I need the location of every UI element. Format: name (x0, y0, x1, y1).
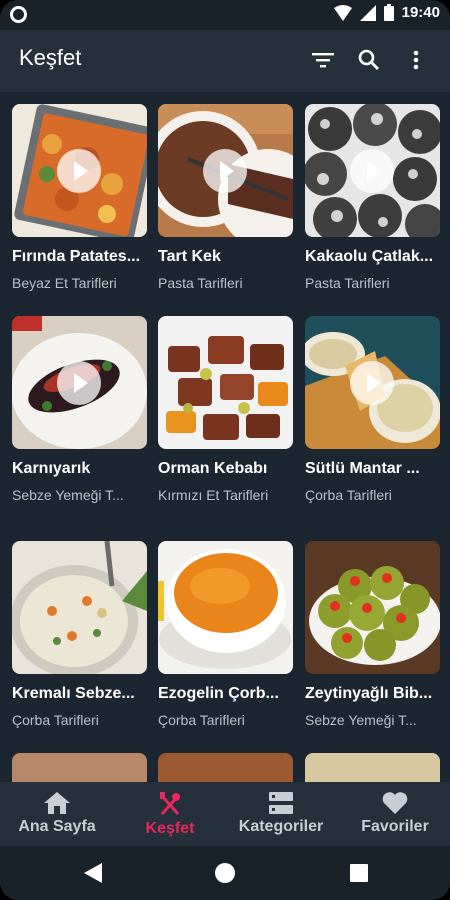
recents-icon[interactable] (350, 864, 368, 882)
system-navigation-bar (0, 846, 450, 900)
recipe-image (158, 541, 293, 674)
recipe-grid[interactable]: Fırında Patates... Beyaz Et Tarifleri Ta… (0, 92, 450, 782)
recipe-image (12, 316, 147, 449)
recipe-image (12, 753, 147, 782)
recipe-image (305, 753, 440, 782)
cutlery-icon (160, 792, 180, 815)
search-icon (358, 49, 379, 70)
status-bar: 19:40 (0, 0, 450, 30)
recipe-image (305, 104, 440, 237)
recipe-card[interactable]: Orman Kebabı Kırmızı Et Tarifleri (158, 316, 293, 503)
recipe-category: Pasta Tarifleri (158, 275, 243, 291)
recipe-name: Tart Kek (158, 248, 221, 265)
bottom-navigation: Ana Sayfa Keşfet Kategoriler Favoriler (0, 782, 450, 846)
recipe-category: Çorba Tarifleri (158, 712, 245, 728)
search-button[interactable] (355, 46, 383, 74)
recipe-image (12, 104, 147, 237)
nav-label: Keşfet (145, 820, 195, 837)
nav-item-ana-sayfa[interactable]: Ana Sayfa (12, 782, 102, 846)
recipe-card[interactable]: Tart Kek Pasta Tarifleri (158, 104, 293, 291)
recipe-category: Kırmızı Et Tarifleri (158, 487, 269, 503)
recipe-name: Karnıyarık (12, 460, 91, 477)
recipe-category: Beyaz Et Tarifleri (12, 275, 117, 291)
app-screen: 19:40 Keşfet Fırında Patates... Beyaz Et… (0, 0, 450, 900)
categories-icon (269, 792, 293, 814)
notification-icon (10, 6, 27, 23)
recipe-image (305, 316, 440, 449)
home-icon (44, 792, 70, 814)
play-icon (57, 361, 101, 405)
recipe-card[interactable]: Fırında Patates... Beyaz Et Tarifleri (12, 104, 147, 291)
clock: 19:40 (401, 4, 440, 21)
heart-icon (382, 792, 408, 814)
play-icon (350, 361, 394, 405)
signal-icon (359, 4, 376, 21)
recipe-card[interactable] (12, 753, 147, 782)
recipe-name: Sütlü Mantar ... (305, 460, 420, 477)
filter-button[interactable] (309, 46, 337, 74)
app-bar: Keşfet (0, 30, 450, 92)
play-icon (57, 149, 101, 193)
recipe-card[interactable] (305, 753, 440, 782)
recipe-image (305, 541, 440, 674)
recipe-category: Pasta Tarifleri (305, 275, 390, 291)
nav-item-kesfet[interactable]: Keşfet (130, 782, 210, 846)
recipe-card[interactable] (158, 753, 293, 782)
recipe-card[interactable]: Karnıyarık Sebze Yemeği T... (12, 316, 147, 503)
home-button-icon[interactable] (215, 863, 235, 883)
recipe-category: Çorba Tarifleri (305, 487, 392, 503)
play-icon (203, 149, 247, 193)
recipe-name: Kremalı Sebze... (12, 685, 135, 702)
recipe-image (12, 541, 147, 674)
wifi-icon (333, 4, 352, 21)
recipe-card[interactable]: Zeytinyağlı Bib... Sebze Yemeği T... (305, 541, 440, 728)
recipe-card[interactable]: Sütlü Mantar ... Çorba Tarifleri (305, 316, 440, 503)
recipe-name: Orman Kebabı (158, 460, 268, 477)
nav-item-kategoriler[interactable]: Kategoriler (233, 782, 329, 846)
recipe-name: Kakaolu Çatlak... (305, 248, 434, 265)
play-icon (350, 149, 394, 193)
recipe-category: Çorba Tarifleri (12, 712, 99, 728)
nav-label: Favoriler (361, 818, 429, 835)
recipe-image (158, 316, 293, 449)
back-icon[interactable] (84, 863, 102, 883)
recipe-name: Fırında Patates... (12, 248, 141, 265)
nav-item-favoriler[interactable]: Favoriler (352, 782, 438, 846)
recipe-card[interactable]: Kakaolu Çatlak... Pasta Tarifleri (305, 104, 440, 291)
recipe-category: Sebze Yemeği T... (12, 487, 124, 503)
recipe-name: Zeytinyağlı Bib... (305, 685, 433, 702)
nav-label: Ana Sayfa (18, 818, 96, 835)
filter-icon (312, 53, 334, 68)
recipe-card[interactable]: Kremalı Sebze... Çorba Tarifleri (12, 541, 147, 728)
recipe-category: Sebze Yemeği T... (305, 712, 417, 728)
more-vert-icon (413, 50, 419, 70)
recipe-image (158, 753, 293, 782)
page-title: Keşfet (19, 45, 82, 70)
recipe-card[interactable]: Ezogelin Çorb... Çorba Tarifleri (158, 541, 293, 728)
recipe-name: Ezogelin Çorb... (158, 685, 279, 702)
nav-label: Kategoriler (238, 818, 324, 835)
battery-icon (383, 4, 394, 21)
more-options-button[interactable] (402, 46, 430, 74)
recipe-image (158, 104, 293, 237)
